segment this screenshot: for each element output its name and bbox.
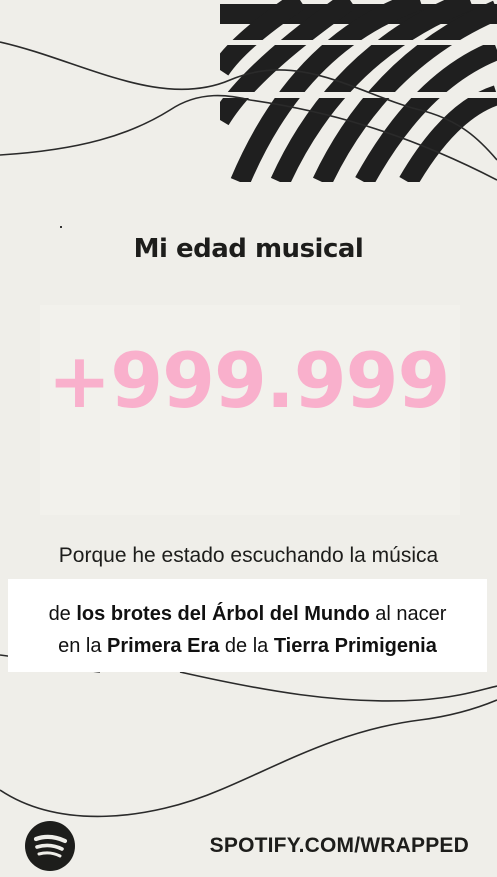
- reason-text: Porque he estado escuchando la música: [58, 544, 439, 567]
- detail-text: de la: [219, 635, 274, 657]
- detail-bold: Tierra Primigenia: [273, 635, 437, 657]
- curve-line-top-2: [0, 94, 251, 156]
- detail-line-2: en la Primera Era de la Tierra Primigeni…: [8, 635, 487, 658]
- page-title: Mi edad musical: [133, 234, 364, 264]
- spotify-logo-icon[interactable]: [25, 821, 75, 871]
- wrapped-card: Mi edad musical +999.999 Porque he estad…: [0, 0, 497, 877]
- detail-bold: Primera Era: [107, 635, 220, 657]
- detail-bold: los brotes del Árbol del Mundo: [76, 603, 370, 625]
- speck: [60, 226, 62, 228]
- curve-line-bottom: [0, 699, 497, 818]
- spotify-wrapped-link[interactable]: SPOTIFY.COM/WRAPPED: [210, 834, 469, 858]
- detail-text: de: [48, 603, 77, 625]
- curve-line-bottom-2: [179, 671, 497, 702]
- detail-line-1: de los brotes del Árbol del Mundo al nac…: [8, 603, 487, 626]
- striped-pattern: [220, 0, 497, 182]
- detail-text: en la: [58, 635, 108, 657]
- detail-text: al nacer: [369, 603, 447, 625]
- musical-age-value: +999.999: [47, 336, 451, 425]
